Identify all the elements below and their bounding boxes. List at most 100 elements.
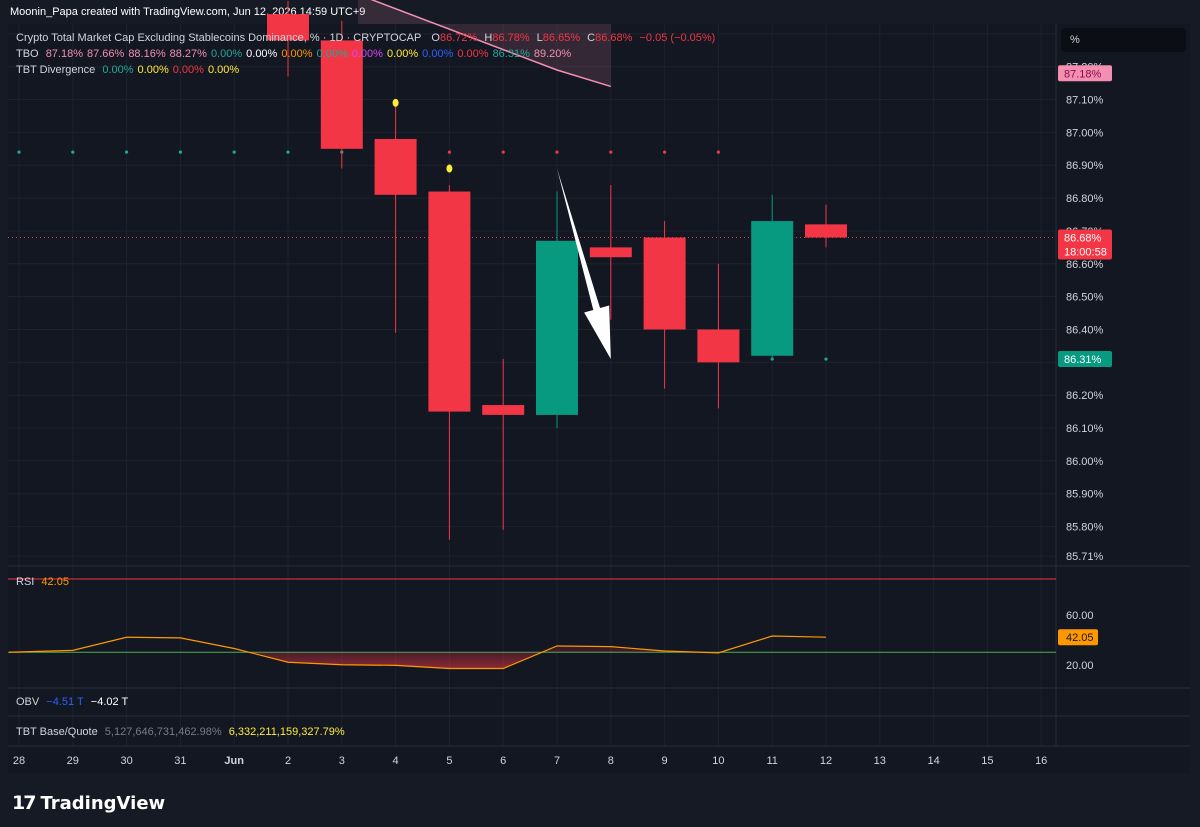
symbol-title: Crypto Total Market Cap Excluding Stable… [16, 32, 422, 44]
time-tick-4: 4 [393, 755, 399, 767]
level-dot-8 [609, 150, 613, 154]
level-dot-6 [501, 150, 505, 154]
price-tick-9: 86.40% [1066, 324, 1104, 336]
candle-body-12 [805, 224, 847, 238]
time-tick-11: 11 [766, 755, 777, 767]
ohlc-close: C86.68% [587, 32, 632, 44]
tradingview-logo-text: TradingView [40, 792, 166, 814]
tbo-value-6: 0.00% [281, 48, 313, 60]
level-dot-29 [71, 150, 75, 154]
tbt-base-quote-label: TBT Base/Quote [16, 726, 98, 738]
time-tick-16: 16 [1035, 755, 1047, 767]
tbt-divergence-name: TBT Divergence [16, 64, 96, 76]
rsi-label: RSI [16, 576, 35, 588]
level-dot-9 [663, 150, 667, 154]
tbt-divergence-value-2: 0.00% [172, 64, 204, 76]
price-tag-sub-1: 18:00:58 [1064, 247, 1107, 259]
open-value: 86.72% [439, 32, 478, 44]
unit-selector[interactable]: % [1061, 28, 1186, 52]
time-tick-7: 7 [554, 755, 560, 767]
level-dot-2 [286, 150, 290, 154]
rsi-legend[interactable]: RSI 42.05 [16, 576, 73, 588]
time-tick-9: 9 [662, 755, 668, 767]
tbt-divergence-values: 0.00% 0.00% 0.00% 0.00% [102, 64, 243, 76]
time-tick-Jun: Jun [224, 755, 244, 767]
yellow-marker-5 [446, 164, 453, 173]
price-tick-14: 85.90% [1066, 489, 1104, 501]
tbo-value-10: 0.00% [422, 48, 454, 60]
open-label: O [431, 32, 440, 44]
candle-body-7 [536, 240, 578, 415]
price-tag-1: 86.68% [1064, 233, 1102, 245]
close-label: C [587, 32, 596, 44]
rsi-tag: 42.05 [1066, 632, 1094, 644]
level-dot-Jun [232, 150, 236, 154]
time-tick-13: 13 [874, 755, 886, 767]
time-tick-29: 29 [67, 755, 79, 767]
time-tick-2: 2 [285, 755, 291, 767]
tbt-divergence-value-1: 0.00% [137, 64, 169, 76]
tbo-value-11: 0.00% [457, 48, 489, 60]
footer: 17 TradingView [0, 774, 1200, 827]
price-tick-2: 87.10% [1066, 95, 1104, 107]
time-tick-5: 5 [446, 755, 452, 767]
price-tag-0: 87.18% [1064, 68, 1102, 80]
grid [8, 24, 1190, 747]
tradingview-logo-icon: 17 [12, 792, 36, 814]
tbo-value-7: 0.00% [316, 48, 348, 60]
tbt-base-quote-legend[interactable]: TBT Base/Quote 5,127,646,731,462.98% 6,3… [16, 726, 349, 738]
chart-svg[interactable]: 87.30%87.20%87.10%87.00%86.90%86.80%86.7… [0, 0, 1200, 827]
level-dot-10 [716, 150, 721, 154]
price-tick-12: 86.10% [1066, 423, 1104, 435]
tradingview-logo[interactable]: 17 TradingView [12, 792, 165, 814]
tbo-value-2: 88.16% [128, 48, 166, 60]
level-dot-31 [178, 150, 182, 154]
ohlc-change: −0.05 (−0.05%) [639, 32, 716, 44]
rsi-tick-0: 60.00 [1066, 610, 1094, 622]
time-tick-31: 31 [174, 755, 186, 767]
tbo-value-4: 0.00% [210, 48, 243, 60]
tbo-value-12: 86.31% [492, 48, 530, 60]
candle-body-11 [751, 221, 794, 356]
time-axis[interactable]: 28 29 30 31 Jun 2 3 4 5 6 7 8 9 10 11 12 13 14 15 16 [13, 755, 1047, 767]
candle-body-8 [589, 247, 632, 258]
tbo-value-1: 87.66% [87, 48, 125, 60]
obv-label: OBV [16, 696, 40, 708]
obv-legend[interactable]: OBV −4.51 T −4.02 T [16, 696, 132, 708]
tbt-base-quote-value-1: 5,127,646,731,462.98% [104, 726, 222, 738]
time-tick-15: 15 [981, 755, 993, 767]
level-dot-5 [447, 150, 451, 154]
price-tick-8: 86.50% [1066, 292, 1104, 304]
price-tick-13: 86.00% [1066, 456, 1104, 468]
candle-body-6 [482, 405, 525, 415]
candle-body-4 [374, 138, 417, 195]
time-tick-14: 14 [927, 755, 939, 767]
tbt-divergence-value-0: 0.00% [102, 64, 134, 76]
tbt-divergence-legend[interactable]: TBT Divergence 0.00% 0.00% 0.00% 0.00% [16, 64, 247, 76]
tbo-value-8: 0.00% [351, 48, 383, 60]
rsi-tick-1: 20.00 [1066, 660, 1094, 672]
time-tick-3: 3 [339, 755, 345, 767]
level-dot-28 [17, 150, 21, 154]
tbt-base-quote-value-2: 6,332,211,159,327.79% [228, 726, 345, 738]
price-tick-5: 86.80% [1066, 193, 1104, 205]
high-value: 86.78% [492, 32, 530, 44]
tbt-divergence-value-3: 0.00% [207, 64, 240, 76]
level-dot-30 [125, 150, 129, 154]
candle-body-10 [697, 329, 740, 363]
tbo-values: 87.18% 87.66% 88.16% 88.27% 0.00% 0.00% 0.00% 0… [46, 48, 576, 60]
price-tick-4: 86.90% [1066, 160, 1104, 172]
tbo-value-3: 88.27% [169, 48, 207, 60]
price-axis[interactable]: 87.30%87.20%87.10%87.00%86.90%86.80%86.7… [1058, 29, 1112, 563]
price-tick-16: 85.71% [1066, 551, 1104, 563]
tbo-value-5: 0.00% [246, 48, 278, 60]
price-tick-3: 87.00% [1066, 127, 1104, 139]
time-tick-6: 6 [500, 755, 506, 767]
tbo-legend[interactable]: TBO 87.18% 87.66% 88.16% 88.27% 0.00% 0.00% 0.… [16, 48, 579, 60]
rsi-value: 42.05 [41, 576, 69, 588]
ohlc-open: O86.72% [431, 32, 477, 44]
low-value: 86.65% [542, 32, 581, 44]
price-tag-2: 86.31% [1064, 354, 1102, 366]
ohlc-low: L86.65% [537, 32, 580, 44]
tbo-value-0: 87.18% [45, 48, 83, 60]
